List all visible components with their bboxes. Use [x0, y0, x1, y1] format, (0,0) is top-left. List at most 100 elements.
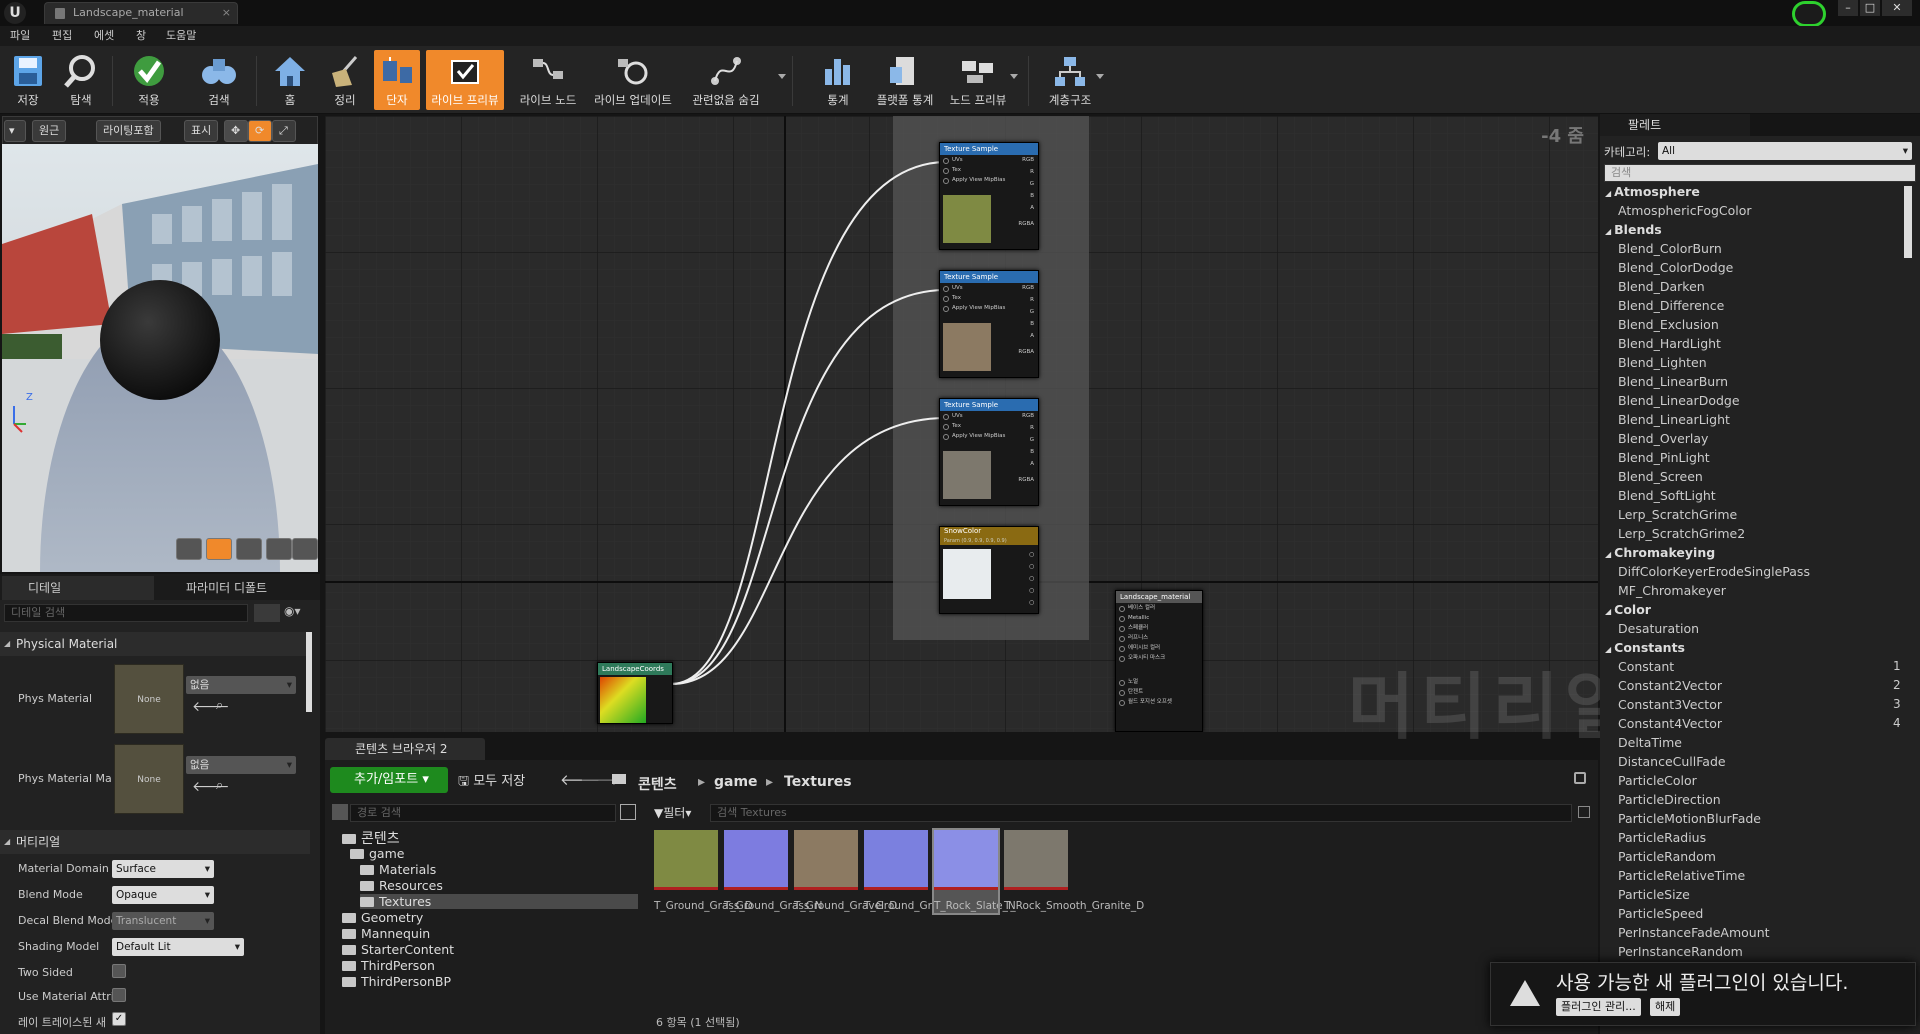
tree-item-game[interactable]: game [350, 846, 638, 861]
palette-item[interactable]: Constant [1618, 659, 1674, 674]
live-nodes-button[interactable]: 라이브 노드 [512, 50, 584, 110]
palette-item[interactable]: Blend_Lighten [1618, 355, 1707, 370]
tab-parameter-defaults[interactable]: 파라미터 디폴트 [160, 576, 310, 600]
palette-tab[interactable]: 팔레트 [1600, 114, 1750, 136]
viewport-scene[interactable]: Z [2, 144, 318, 572]
cylinder-preview-icon[interactable] [176, 538, 202, 560]
tree-item-materials[interactable]: Materials [360, 862, 638, 877]
g-out[interactable]: G [1030, 181, 1034, 187]
snow-output-pins[interactable]: ○ ○ ○ ○ ○ [1029, 549, 1034, 609]
texture-sample-node-gravel[interactable]: Texture Sample UVs Tex Apply View MipBia… [939, 270, 1039, 378]
palette-item[interactable]: Blend_Difference [1618, 298, 1724, 313]
plane-preview-icon[interactable] [236, 538, 262, 560]
tex-pin[interactable]: Tex [940, 421, 1038, 431]
rgba-out[interactable]: RGBA [1018, 349, 1034, 355]
palette-item[interactable]: MF_Chromakeyer [1618, 583, 1726, 598]
use-material-attributes-checkbox[interactable] [112, 988, 126, 1002]
result-node[interactable]: Landscape_material 베이스 컬러 Metallic 스페큘러 … [1115, 590, 1203, 732]
minimize-button[interactable]: – [1838, 0, 1858, 16]
tex-pin[interactable]: Tex [940, 293, 1038, 303]
details-search-input[interactable]: 디테일 검색 [4, 604, 248, 622]
browse-search-icon[interactable]: ⌕ [216, 778, 223, 793]
save-all-button[interactable]: 🖫 모두 저장 [458, 770, 525, 794]
r-out[interactable]: R [1030, 425, 1034, 431]
palette-item[interactable]: Blend_LinearBurn [1618, 374, 1728, 389]
asset-tile[interactable]: T_Ground_Gravel_D [794, 830, 897, 913]
palette-item[interactable]: Blend_Overlay [1618, 431, 1708, 446]
palette-item[interactable]: Lerp_ScratchGrime [1618, 507, 1737, 522]
phys-material-map-combo[interactable]: 없음 [186, 756, 296, 774]
palette-item[interactable]: ParticleColor [1618, 773, 1697, 788]
b-out[interactable]: B [1030, 193, 1034, 199]
clean-up-button[interactable]: 정리 [320, 50, 370, 110]
save-search-icon[interactable] [1578, 806, 1590, 818]
palette-item[interactable]: ParticleSize [1618, 887, 1690, 902]
two-sided-checkbox[interactable] [112, 964, 126, 978]
dismiss-button[interactable]: 해제 [1650, 998, 1681, 1016]
emissive-pin[interactable]: 에미시브 컬러 [1116, 643, 1202, 653]
palette-item[interactable]: Blend_Darken [1618, 279, 1705, 294]
palette-item[interactable]: Blend_ColorBurn [1618, 241, 1722, 256]
mip-pin[interactable]: Apply View MipBias [940, 175, 1038, 185]
a-out[interactable]: A [1030, 205, 1034, 211]
category-material[interactable]: 머티리얼 [0, 830, 310, 854]
asset-tile[interactable]: T_Rock_Smooth_Granite_D [1004, 830, 1144, 913]
b-out[interactable]: B [1030, 449, 1034, 455]
palette-item[interactable]: Blend_HardLight [1618, 336, 1721, 351]
lighting-button[interactable]: 라이팅포함 [96, 120, 161, 142]
source-control-status-icon[interactable] [1792, 1, 1826, 27]
live-update-button[interactable]: 라이브 업데이트 [588, 50, 678, 110]
eye-visibility-icon[interactable]: ◉▾ [284, 604, 314, 622]
hierarchy-button[interactable]: 계층구조 [1040, 50, 1100, 110]
tex-pin[interactable]: Tex [940, 165, 1038, 175]
close-tab-icon[interactable]: × [222, 3, 231, 23]
phys-material-map-thumbnail[interactable]: None [114, 744, 184, 814]
menu-asset[interactable]: 에셋 [94, 27, 114, 43]
palette-item[interactable]: ParticleRelativeTime [1618, 868, 1745, 883]
browse-button[interactable]: 탐색 [56, 50, 106, 110]
palette-scrollbar[interactable] [1904, 186, 1912, 258]
live-preview-button[interactable]: 라이브 프리뷰 [426, 50, 504, 110]
tangent-pin[interactable]: 탄젠트 [1116, 687, 1202, 697]
rgba-out[interactable]: RGBA [1018, 221, 1034, 227]
asset-tile[interactable]: T_Ground_Grass_D [654, 830, 753, 913]
snow-color-node[interactable]: SnowColor Param (0.9, 0.9, 0.9, 0.9) ○ ○ ○ ○… [939, 526, 1039, 614]
opacity-mask-pin[interactable]: 오파시티 마스크 [1116, 653, 1202, 663]
hierarchy-dropdown-icon[interactable] [1096, 74, 1104, 79]
tree-item-geometry[interactable]: Geometry [342, 910, 638, 925]
document-tab[interactable]: Landscape_material × [44, 2, 238, 24]
a-out[interactable]: A [1030, 461, 1034, 467]
palette-category[interactable]: Color [1605, 602, 1651, 617]
palette-item[interactable]: Blend_ColorDodge [1618, 260, 1733, 275]
palette-category[interactable]: Chromakeying [1605, 545, 1715, 560]
hide-unrelated-dropdown-icon[interactable] [778, 74, 786, 79]
rgb-out[interactable]: RGB [1022, 413, 1034, 419]
viewport-options-button[interactable]: ▾ [4, 120, 26, 142]
texture-sample-node-grass[interactable]: Texture Sample UVs Tex Apply View MipBia… [939, 142, 1039, 250]
tree-item-mannequin[interactable]: Mannequin [342, 926, 638, 941]
tab-details[interactable]: 디테일 [2, 576, 154, 600]
menu-edit[interactable]: 편집 [52, 27, 72, 43]
filter-button[interactable]: ▼필터▾ [654, 804, 691, 821]
stats-button[interactable]: 통계 [812, 50, 864, 110]
manage-plugins-button[interactable]: 플러그인 관리... [1556, 998, 1641, 1016]
use-selected-arrow-icon[interactable]: 🡐 [192, 698, 230, 715]
move-icon[interactable]: ✥ [224, 120, 248, 142]
palette-category[interactable]: Constants [1605, 640, 1685, 655]
palette-item[interactable]: Blend_SoftLight [1618, 488, 1716, 503]
asset-tile[interactable]: T_Ground_Grass_N [724, 830, 822, 913]
home-button[interactable]: 홈 [262, 50, 318, 110]
show-button[interactable]: 표시 [184, 120, 219, 142]
menu-window[interactable]: 창 [136, 27, 146, 43]
maximize-viewport-icon[interactable]: ⤢ [272, 120, 296, 142]
tree-item-textures[interactable]: Textures [360, 894, 638, 909]
tree-item-starter-content[interactable]: StarterContent [342, 942, 638, 957]
palette-item[interactable]: Lerp_ScratchGrime2 [1618, 526, 1745, 541]
palette-category[interactable]: Atmosphere [1605, 184, 1700, 199]
category-combo[interactable]: All [1658, 142, 1912, 160]
menu-help[interactable]: 도움말 [166, 27, 196, 43]
palette-item[interactable]: ParticleRandom [1618, 849, 1716, 864]
node-preview-dropdown-icon[interactable] [1010, 74, 1018, 79]
g-out[interactable]: G [1030, 437, 1034, 443]
close-window-button[interactable]: ✕ [1882, 0, 1912, 16]
